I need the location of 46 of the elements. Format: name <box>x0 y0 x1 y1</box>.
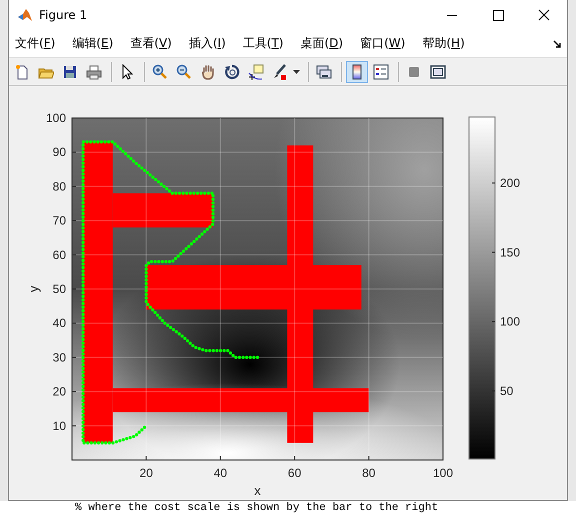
menu-item[interactable]: 查看(V) <box>130 33 172 54</box>
frame-icon <box>430 64 446 80</box>
zoom-out-icon <box>176 64 192 80</box>
tick-label: 90 <box>52 145 66 160</box>
rotate-icon <box>224 64 240 80</box>
menu-item[interactable]: 编辑(E) <box>72 33 114 54</box>
tick-label: 60 <box>52 248 66 262</box>
tick-label: 80 <box>362 466 376 480</box>
window-title: Figure 1 <box>39 8 88 22</box>
tick-label: 50 <box>500 384 514 398</box>
tick-label: 100 <box>432 466 454 480</box>
tick-label: 50 <box>52 282 66 296</box>
tick-label: 30 <box>52 350 66 364</box>
axis-label: x <box>254 483 261 498</box>
tick-label: 40 <box>52 316 66 330</box>
colorbar-button[interactable] <box>346 60 368 82</box>
menu-item[interactable]: 窗口(W) <box>360 33 406 54</box>
printer-icon <box>86 64 102 80</box>
tick-label: 100 <box>500 314 520 329</box>
menu-item[interactable]: 工具(T) <box>242 33 284 54</box>
linked-plot-icon <box>316 64 332 80</box>
tick-label: 10 <box>52 418 66 433</box>
menu-item[interactable]: 帮助(H) <box>422 33 465 54</box>
menu-item[interactable]: 插入(I) <box>188 33 226 54</box>
legend-icon <box>373 64 389 80</box>
tick-label: 70 <box>52 214 66 228</box>
dropdown-caret-icon[interactable] <box>293 70 300 74</box>
tick-label: 200 <box>500 176 520 190</box>
dock-arrow-icon[interactable] <box>552 38 562 48</box>
code-line: % where the cost scale is shown by the bar to the right <box>75 501 440 514</box>
new-file-icon <box>14 64 30 80</box>
axis-label: y <box>26 286 41 292</box>
menu-item[interactable]: 桌面(D) <box>300 33 344 54</box>
brush-icon <box>272 64 288 80</box>
tick-label: 20 <box>52 384 66 399</box>
tick-label: 20 <box>140 466 153 480</box>
hand-icon <box>200 64 216 80</box>
data-cursor-icon <box>248 64 264 80</box>
zoom-in-icon <box>152 64 168 80</box>
tick-label: 150 <box>500 245 520 260</box>
tick-label: 60 <box>288 466 302 480</box>
app-logo-icon <box>17 7 33 23</box>
tick-label: 100 <box>46 111 66 125</box>
tick-label: 80 <box>52 179 66 194</box>
tick-label: 40 <box>214 466 228 480</box>
menu-item[interactable]: 文件(F) <box>15 33 56 54</box>
